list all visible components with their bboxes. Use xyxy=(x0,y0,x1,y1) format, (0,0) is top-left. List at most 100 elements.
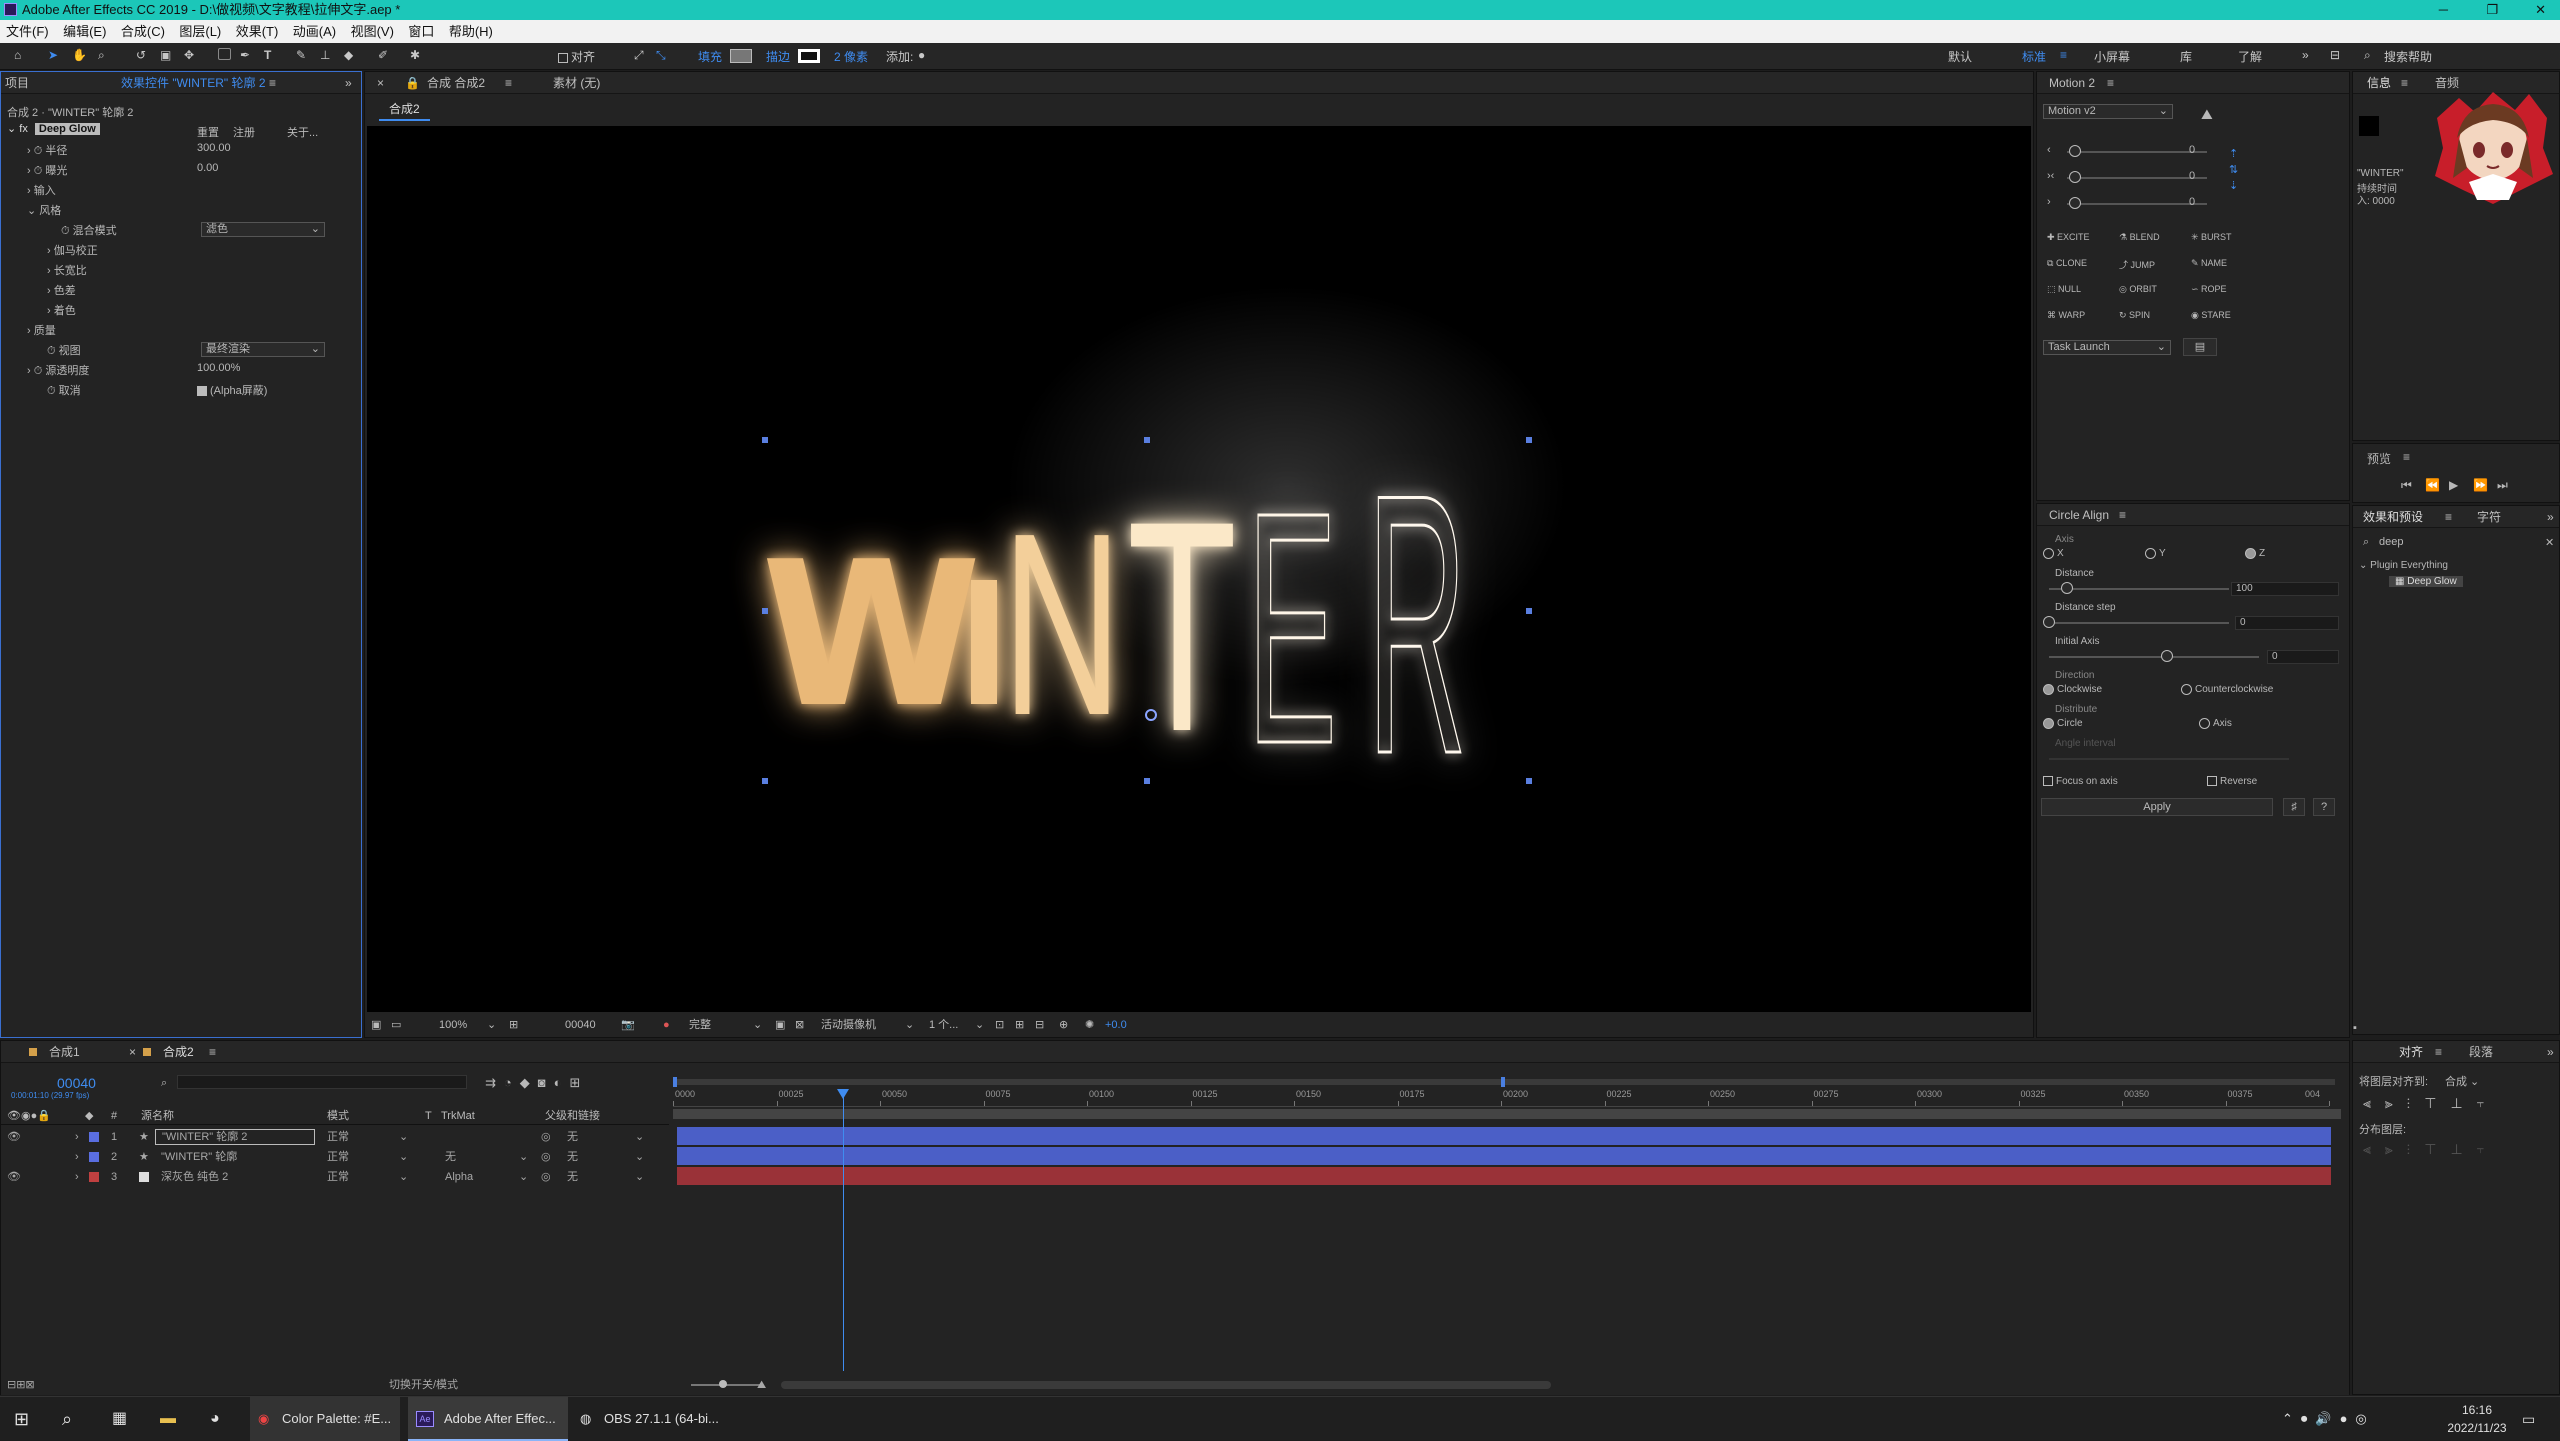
layer-row[interactable]: 👁 › 1 ★ "WINTER" 轮廓 2 正常 ⌄ ◎ 无 ⌄ xyxy=(1,1127,669,1147)
layer-mode[interactable]: 正常 xyxy=(327,1127,349,1147)
workspace-menu-icon[interactable]: ≡ xyxy=(2060,48,2067,65)
clockwise-radio[interactable]: Clockwise xyxy=(2043,684,2102,695)
help-button-2[interactable]: ? xyxy=(2313,798,2335,816)
prev-frame-icon[interactable]: ⏪ xyxy=(2425,478,2440,492)
motion-menu-icon[interactable]: ≡ xyxy=(2107,72,2114,94)
taskbar-after-effects[interactable]: Ae Adobe After Effec... xyxy=(408,1397,568,1441)
stroke-size[interactable]: 2 像素 xyxy=(834,48,868,65)
effect-name[interactable]: Deep Glow xyxy=(34,123,100,135)
layer-label-color[interactable] xyxy=(89,1132,99,1142)
always-preview-icon[interactable]: ▣ xyxy=(371,1014,381,1036)
param-radius[interactable]: › ⏱ 半径 xyxy=(27,142,67,158)
group-gamma[interactable]: › 伽马校正 xyxy=(47,242,98,258)
file-explorer-icon[interactable]: ▬ xyxy=(160,1397,176,1441)
layer-mode[interactable]: 正常 xyxy=(327,1147,349,1167)
tree-folder-plugin-everything[interactable]: ⌄ Plugin Everything xyxy=(2359,560,2448,571)
workspace-standard[interactable]: 标准 xyxy=(2022,48,2046,65)
search-icon[interactable]: ⌕ xyxy=(62,1397,72,1441)
alpha-mask-checkbox[interactable]: (Alpha屏蔽) xyxy=(197,382,267,398)
view-dropdown[interactable]: 最终渲染 ⌄ xyxy=(201,342,325,357)
distance-slider[interactable] xyxy=(2049,588,2229,590)
motion-btn-orbit[interactable]: ◎ ORBIT xyxy=(2119,284,2157,295)
hand-tool-icon[interactable]: ✋ xyxy=(72,48,87,65)
play-icon[interactable]: ▶ xyxy=(2449,478,2458,492)
distance-field[interactable]: 100 xyxy=(2231,582,2339,596)
header-trkmat[interactable]: TrkMat xyxy=(441,1107,475,1125)
param-exposure[interactable]: › ⏱ 曝光 xyxy=(27,162,67,178)
tab-character[interactable]: 字符 xyxy=(2477,506,2501,528)
circle-align-menu-icon[interactable]: ≡ xyxy=(2119,504,2126,526)
rotate-tool-icon[interactable]: ↺ xyxy=(136,48,146,65)
exposure-value[interactable]: +0.0 xyxy=(1105,1014,1127,1036)
maximize-icon[interactable]: ❐ xyxy=(2486,0,2498,20)
header-t[interactable]: T xyxy=(425,1107,432,1125)
tab-comp1[interactable]: 合成1 xyxy=(49,1041,80,1063)
distribute-circle-radio[interactable]: Circle xyxy=(2043,718,2083,729)
calculator-icon[interactable]: ▦ xyxy=(112,1397,127,1441)
slider-2-value[interactable]: 0 xyxy=(2189,170,2195,182)
menu-edit[interactable]: 编辑(E) xyxy=(63,20,106,43)
tree-item-deep-glow[interactable]: ▦ Deep Glow xyxy=(2389,576,2463,587)
param-exposure-value[interactable]: 0.00 xyxy=(197,162,218,174)
sync-icon[interactable]: ⊟ xyxy=(2330,48,2340,65)
add-label[interactable]: 添加: xyxy=(886,48,913,65)
distance-knob[interactable] xyxy=(2061,582,2073,594)
workspace-default[interactable]: 默认 xyxy=(1948,48,1972,65)
header-parent[interactable]: 父级和链接 xyxy=(545,1107,600,1125)
motion-btn-name[interactable]: ✎ NAME xyxy=(2191,258,2227,269)
slider-3-knob[interactable] xyxy=(2069,197,2081,209)
brush-tool-icon[interactable]: ✎ xyxy=(296,48,306,65)
parent-pickwhip-icon[interactable]: ◎ xyxy=(541,1127,551,1147)
distance-step-slider[interactable] xyxy=(2049,622,2229,624)
snap-icon[interactable]: ⤢ xyxy=(634,48,644,65)
expand-layer-icon[interactable]: › xyxy=(75,1147,79,1167)
camera-tool-icon[interactable]: ▣ xyxy=(160,48,171,65)
layer-mode[interactable]: 正常 xyxy=(327,1167,349,1187)
initial-axis-knob[interactable] xyxy=(2161,650,2173,662)
menu-animation[interactable]: 动画(A) xyxy=(293,20,336,43)
playhead-marker-icon[interactable] xyxy=(837,1089,849,1099)
comp-viewer[interactable]: W N T E R xyxy=(367,126,2031,1012)
mask-icon[interactable]: ▭ xyxy=(391,1014,401,1036)
tab-paragraph[interactable]: 段落 xyxy=(2469,1041,2493,1063)
exposure-icon[interactable]: ✺ xyxy=(1085,1014,1094,1036)
layer-3-duration-bar[interactable] xyxy=(677,1167,2331,1185)
snapshot-icon[interactable]: 📷 xyxy=(621,1014,635,1036)
initial-axis-field[interactable]: 0 xyxy=(2267,650,2339,664)
distribute-axis-radio[interactable]: Axis xyxy=(2199,718,2232,729)
timeline-timecode[interactable]: 00040 xyxy=(57,1075,96,1091)
menu-file[interactable]: 文件(F) xyxy=(6,20,49,43)
motion-btn-burst[interactable]: ✳ BURST xyxy=(2191,232,2232,243)
param-source-opacity[interactable]: › ⏱ 源透明度 xyxy=(27,362,89,378)
winter-text-render[interactable]: W N T E R xyxy=(367,126,2031,1012)
layer-label-color[interactable] xyxy=(89,1152,99,1162)
source-opacity-value[interactable]: 100.00% xyxy=(197,362,240,374)
footer-toggle-icons[interactable]: ⊟⊞⊠ xyxy=(7,1375,35,1395)
tab-effect-controls[interactable]: 效果控件 "WINTER" 轮廓 2 xyxy=(121,72,266,94)
type-tool-icon[interactable]: T xyxy=(264,48,271,65)
tab-comp2[interactable]: 合成2 xyxy=(163,1041,194,1063)
next-frame-icon[interactable]: ⏩ xyxy=(2473,478,2488,492)
fast-preview-icon[interactable]: ⊞ xyxy=(1015,1014,1024,1036)
zoom-dropdown[interactable]: 100% xyxy=(439,1014,467,1036)
horizontal-scrollbar[interactable] xyxy=(781,1381,1551,1389)
layer-2-duration-bar[interactable] xyxy=(677,1147,2331,1165)
work-area-range-bar[interactable] xyxy=(673,1109,2341,1119)
tab-align[interactable]: 对齐 xyxy=(2399,1041,2423,1063)
motion-btn-clone[interactable]: ⧉ CLONE xyxy=(2047,258,2087,269)
selection-tool-icon[interactable]: ➤ xyxy=(48,48,58,65)
work-area-in-marker[interactable] xyxy=(673,1077,677,1087)
ease-icons[interactable]: ⇡ ⇅ ⇣ xyxy=(2229,146,2238,194)
workspace-small-screen[interactable]: 小屏幕 xyxy=(2094,48,2130,65)
clone-stamp-tool-icon[interactable]: ⊥ xyxy=(320,48,330,65)
expand-right-icon[interactable]: » xyxy=(2547,1041,2554,1063)
layer-parent[interactable]: 无 xyxy=(567,1167,578,1187)
flowchart-icon[interactable]: ⊕ xyxy=(1059,1014,1068,1036)
counterclockwise-radio[interactable]: Counterclockwise xyxy=(2181,684,2273,695)
task-run-button[interactable]: ▤ xyxy=(2183,338,2217,356)
work-area-out-marker[interactable] xyxy=(1501,1077,1505,1087)
group-chromatic[interactable]: › 色差 xyxy=(47,282,76,298)
close-tab-icon[interactable]: × xyxy=(129,1041,136,1063)
layer-name[interactable]: "WINTER" 轮廓 xyxy=(161,1147,237,1167)
distribute-buttons-icons[interactable]: ⫷⫸⫶⊤⊥⫟ xyxy=(2363,1141,2499,1158)
